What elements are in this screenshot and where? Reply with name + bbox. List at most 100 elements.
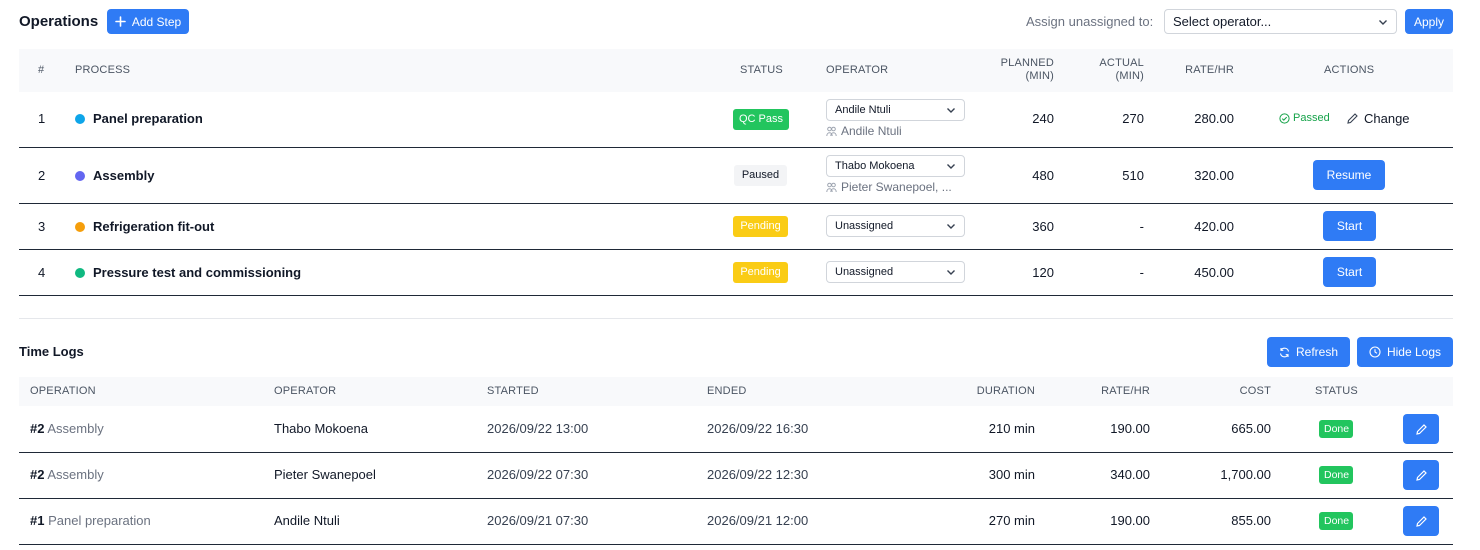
col-actions: ACTIONS <box>1324 64 1375 76</box>
actual-min: - <box>1139 265 1144 280</box>
log-duration: 270 min <box>988 513 1035 528</box>
log-op-name: Assembly <box>47 467 104 482</box>
passed-label: Passed <box>1293 112 1330 124</box>
log-cost: 855.00 <box>1231 513 1271 528</box>
start-button[interactable]: Start <box>1323 257 1376 287</box>
refresh-label: Refresh <box>1295 345 1339 359</box>
log-duration: 210 min <box>988 421 1035 436</box>
log-rate: 190.00 <box>1110 421 1150 436</box>
planned-min: 360 <box>1032 219 1054 234</box>
col-log-status: STATUS <box>1315 385 1358 397</box>
chevron-down-icon <box>946 267 956 277</box>
operator-select[interactable]: Unassigned <box>826 261 965 283</box>
resume-button[interactable]: Resume <box>1313 160 1385 190</box>
hide-logs-label: Hide Logs <box>1386 345 1442 359</box>
passed-indicator: Passed <box>1279 112 1330 124</box>
status-badge: Pending <box>733 216 788 237</box>
operator-select-value: Andile Ntuli <box>835 104 891 116</box>
log-duration: 300 min <box>988 467 1035 482</box>
col-planned-line1: PLANNED <box>1000 57 1054 69</box>
planned-min: 120 <box>1032 265 1054 280</box>
edit-log-button[interactable] <box>1403 506 1439 536</box>
refresh-icon <box>1279 347 1290 358</box>
rate-hr: 420.00 <box>1194 219 1234 234</box>
clock-icon <box>1369 346 1381 358</box>
actual-min: 510 <box>1122 168 1144 183</box>
log-cost: 665.00 <box>1231 421 1271 436</box>
log-started: 2026/09/22 13:00 <box>487 421 589 436</box>
row-num: 4 <box>38 265 46 280</box>
chevron-down-icon <box>946 161 956 171</box>
rate-hr: 280.00 <box>1194 111 1234 126</box>
log-operation: #2 Assembly <box>30 421 104 437</box>
log-ended: 2026/09/22 16:30 <box>707 421 809 436</box>
log-operation: #1 Panel preparation <box>30 513 151 529</box>
process-color-dot <box>75 222 85 232</box>
log-operator: Pieter Swanepoel <box>274 467 376 482</box>
row-divider <box>19 295 1453 296</box>
log-started: 2026/09/22 07:30 <box>487 467 589 482</box>
planned-min: 480 <box>1032 168 1054 183</box>
assign-operator-select[interactable]: Select operator... <box>1164 9 1397 34</box>
assign-label: Assign unassigned to: <box>1026 14 1154 29</box>
col-num: # <box>38 64 45 76</box>
log-rate: 190.00 <box>1110 513 1150 528</box>
log-op-num: #2 <box>30 467 45 482</box>
plus-icon <box>115 16 126 27</box>
apply-button[interactable]: Apply <box>1405 9 1453 34</box>
operator-select[interactable]: Unassigned <box>826 215 965 237</box>
start-button[interactable]: Start <box>1323 211 1376 241</box>
process-color-dot <box>75 171 85 181</box>
log-rate: 340.00 <box>1110 467 1150 482</box>
operator-select-value: Thabo Mokoena <box>835 160 915 172</box>
assigned-operators-text: Pieter Swanepoel, ... <box>841 180 952 194</box>
log-ended: 2026/09/21 12:00 <box>707 513 809 528</box>
col-planned: PLANNED (MIN) <box>984 57 1054 83</box>
row-divider <box>19 203 1453 204</box>
row-divider <box>19 249 1453 250</box>
operations-table-header <box>19 49 1453 92</box>
status-badge: Pending <box>733 262 788 283</box>
pencil-icon <box>1347 113 1358 124</box>
col-duration: DURATION <box>976 385 1035 397</box>
status-badge: Done <box>1319 466 1353 484</box>
col-operation: OPERATION <box>30 385 96 397</box>
edit-log-button[interactable] <box>1403 460 1439 490</box>
operations-title: Operations <box>19 13 99 30</box>
operator-select[interactable]: Thabo Mokoena <box>826 155 965 177</box>
process-name: Pressure test and commissioning <box>93 265 302 280</box>
process-name: Panel preparation <box>93 111 203 126</box>
change-label: Change <box>1364 111 1410 126</box>
actual-min: 270 <box>1122 111 1144 126</box>
pencil-icon <box>1415 515 1427 527</box>
rate-hr: 320.00 <box>1194 168 1234 183</box>
row-num: 2 <box>38 168 46 183</box>
rate-hr: 450.00 <box>1194 265 1234 280</box>
chevron-down-icon <box>946 105 956 115</box>
row-divider <box>19 498 1453 499</box>
change-button[interactable]: Change <box>1346 111 1410 126</box>
process-color-dot <box>75 268 85 278</box>
col-status: STATUS <box>740 64 783 76</box>
refresh-button[interactable]: Refresh <box>1267 337 1350 367</box>
add-step-button[interactable]: Add Step <box>107 9 189 34</box>
status-badge: Done <box>1319 420 1353 438</box>
edit-log-button[interactable] <box>1403 414 1439 444</box>
col-log-rate: RATE/HR <box>1101 385 1150 397</box>
operator-select[interactable]: Andile Ntuli <box>826 99 965 121</box>
log-op-name: Assembly <box>47 421 104 436</box>
process-name: Assembly <box>93 168 155 183</box>
log-operator: Andile Ntuli <box>274 513 340 528</box>
log-operator: Thabo Mokoena <box>274 421 368 436</box>
log-op-num: #1 <box>30 513 45 528</box>
actual-min: - <box>1139 219 1144 234</box>
hide-logs-button[interactable]: Hide Logs <box>1357 337 1453 367</box>
pencil-icon <box>1415 469 1427 481</box>
log-cost: 1,700.00 <box>1220 467 1271 482</box>
check-circle-icon <box>1279 112 1290 124</box>
process-name: Refrigeration fit-out <box>93 219 215 234</box>
chevron-down-icon <box>1378 17 1388 27</box>
row-divider <box>19 147 1453 148</box>
col-operator: OPERATOR <box>826 64 889 76</box>
planned-min: 240 <box>1032 111 1054 126</box>
